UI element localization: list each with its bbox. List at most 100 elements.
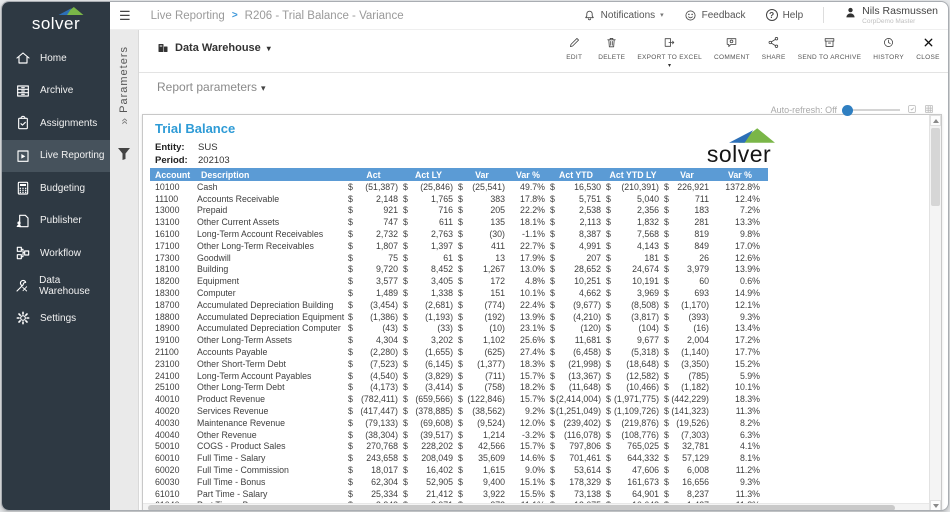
variance-pct-cell: 4.8% bbox=[508, 275, 548, 287]
amount-cell: $716 bbox=[401, 205, 456, 217]
share-button[interactable]: SHARE bbox=[762, 36, 786, 69]
report-parameters-toggle[interactable]: Report parameters▾ bbox=[157, 80, 266, 94]
sidebar-item-assignments[interactable]: Assignments bbox=[2, 107, 110, 140]
variance-pct-cell: 22.2% bbox=[508, 205, 548, 217]
notifications-button[interactable]: Notifications▾ bbox=[583, 9, 664, 22]
auto-refresh-slider[interactable] bbox=[844, 109, 900, 111]
filter-icon[interactable] bbox=[117, 147, 131, 161]
account-cell: 50010 bbox=[150, 441, 196, 453]
auto-refresh-label: Auto-refresh: Off bbox=[771, 105, 837, 115]
budgeting-icon bbox=[14, 180, 31, 197]
variance-pct-cell: 1372.8% bbox=[712, 181, 768, 193]
description-cell: Goodwill bbox=[196, 252, 346, 264]
amount-cell: $3,405 bbox=[401, 275, 456, 287]
horizontal-scrollbar[interactable] bbox=[143, 503, 929, 511]
amount-cell: $711 bbox=[662, 193, 712, 205]
vertical-scrollbar[interactable] bbox=[929, 115, 941, 511]
account-cell: 60030 bbox=[150, 476, 196, 488]
amount-cell: $1,338 bbox=[401, 287, 456, 299]
report-title: Trial Balance bbox=[155, 121, 235, 136]
amount-cell: $819 bbox=[662, 228, 712, 240]
parameters-panel-label[interactable]: » Parameters bbox=[117, 46, 131, 125]
description-cell: Cash bbox=[196, 181, 346, 193]
description-cell: Other Short-Term Debt bbox=[196, 358, 346, 370]
sidebar-item-settings[interactable]: Settings bbox=[2, 302, 110, 335]
menu-icon[interactable]: ☰ bbox=[119, 9, 131, 22]
sidebar-item-budgeting[interactable]: Budgeting bbox=[2, 172, 110, 205]
sidebar-item-publisher[interactable]: Publisher bbox=[2, 205, 110, 238]
delete-button[interactable]: DELETE bbox=[598, 36, 625, 69]
variance-pct-cell: 15.5% bbox=[508, 488, 548, 500]
amount-cell: $(442,229) bbox=[662, 393, 712, 405]
sidebar-item-home[interactable]: Home bbox=[2, 42, 110, 75]
variance-pct-cell: 11.2% bbox=[712, 464, 768, 476]
account-cell: 19100 bbox=[150, 334, 196, 346]
table-row: 18900Accumulated Depreciation Computer$(… bbox=[150, 323, 768, 335]
report-parameters-row: Report parameters▾ bbox=[139, 72, 948, 98]
horizontal-scroll-thumb[interactable] bbox=[148, 505, 895, 511]
share-icon bbox=[767, 36, 780, 51]
amount-cell: $(38,562) bbox=[456, 405, 508, 417]
sidebar-item-workflow[interactable]: Workflow bbox=[2, 237, 110, 270]
auto-refresh-knob[interactable] bbox=[842, 105, 853, 116]
history-button[interactable]: HISTORY bbox=[873, 36, 904, 69]
table-row: 60030Full Time - Bonus$62,304$52,905$9,4… bbox=[150, 476, 768, 488]
amount-cell: $(10) bbox=[456, 323, 508, 335]
edit-button[interactable]: EDIT bbox=[562, 36, 586, 69]
amount-cell: $226,921 bbox=[662, 181, 712, 193]
sidebar-item-label: Data Warehouse bbox=[39, 275, 110, 297]
breadcrumb-section[interactable]: Live Reporting bbox=[151, 10, 225, 22]
vertical-scroll-thumb[interactable] bbox=[931, 128, 940, 206]
grid-view-icon[interactable] bbox=[924, 101, 934, 119]
table-row: 25100Other Long-Term Debt$(4,173)$(3,414… bbox=[150, 382, 768, 394]
export-to-excel-button[interactable]: EXPORT TO EXCEL▾ bbox=[637, 36, 702, 69]
amount-cell: $(3,829) bbox=[401, 370, 456, 382]
amount-cell: $2,113 bbox=[548, 216, 604, 228]
amount-cell: $(7,303) bbox=[662, 429, 712, 441]
amount-cell: $(210,391) bbox=[604, 181, 662, 193]
close-button[interactable]: CLOSE bbox=[916, 36, 940, 69]
amount-cell: $(1,655) bbox=[401, 346, 456, 358]
action-label: HISTORY bbox=[873, 54, 904, 61]
amount-cell: $1,102 bbox=[456, 334, 508, 346]
auto-refresh-control: Auto-refresh: Off bbox=[771, 101, 934, 119]
variance-pct-cell: 9.3% bbox=[712, 476, 768, 488]
description-cell: Accounts Receivable bbox=[196, 193, 346, 205]
variance-pct-cell: 14.9% bbox=[712, 287, 768, 299]
smiley-icon bbox=[684, 9, 697, 22]
variance-pct-cell: 18.1% bbox=[508, 216, 548, 228]
refresh-settings-icon[interactable] bbox=[907, 101, 917, 119]
comment-button[interactable]: COMMENT bbox=[714, 36, 750, 69]
feedback-button[interactable]: Feedback bbox=[684, 9, 746, 22]
amount-cell: $1,765 bbox=[401, 193, 456, 205]
amount-cell: $411 bbox=[456, 240, 508, 252]
send-to-archive-button[interactable]: SEND TO ARCHIVE bbox=[798, 36, 862, 69]
action-label: EXPORT TO EXCEL bbox=[637, 54, 702, 61]
parameters-panel-collapsed[interactable]: » Parameters bbox=[110, 30, 139, 510]
amount-cell: $11,681 bbox=[548, 334, 604, 346]
amount-cell: $(625) bbox=[456, 346, 508, 358]
user-role: CorpDemo Master bbox=[862, 18, 938, 25]
sidebar-item-data-warehouse[interactable]: Data Warehouse bbox=[2, 270, 110, 303]
table-row: 40030Maintenance Revenue$(79,133)$(69,60… bbox=[150, 417, 768, 429]
table-row: 18700Accumulated Depreciation Building$(… bbox=[150, 299, 768, 311]
column-header: Act bbox=[346, 168, 401, 181]
variance-pct-cell: 4.1% bbox=[712, 441, 768, 453]
user-menu[interactable]: Nils Rasmussen CorpDemo Master bbox=[844, 6, 938, 25]
amount-cell: $3,979 bbox=[662, 264, 712, 276]
amount-cell: $(378,885) bbox=[401, 405, 456, 417]
sidebar-item-live-reporting[interactable]: Live Reporting bbox=[2, 140, 110, 173]
amount-cell: $611 bbox=[401, 216, 456, 228]
expand-chevrons-icon[interactable]: » bbox=[117, 117, 131, 125]
help-button[interactable]: ? Help bbox=[766, 9, 804, 21]
sidebar-item-archive[interactable]: Archive bbox=[2, 75, 110, 108]
description-cell: Full Time - Commission bbox=[196, 464, 346, 476]
scroll-down-button[interactable] bbox=[930, 500, 941, 511]
amount-cell: $2,004 bbox=[662, 334, 712, 346]
data-source-dropdown[interactable]: Data Warehouse ▾ bbox=[157, 42, 271, 54]
amount-cell: $4,991 bbox=[548, 240, 604, 252]
column-header: Account bbox=[150, 168, 196, 181]
amount-cell: $5,040 bbox=[604, 193, 662, 205]
amount-cell: $62,304 bbox=[346, 476, 401, 488]
amount-cell: $75 bbox=[346, 252, 401, 264]
